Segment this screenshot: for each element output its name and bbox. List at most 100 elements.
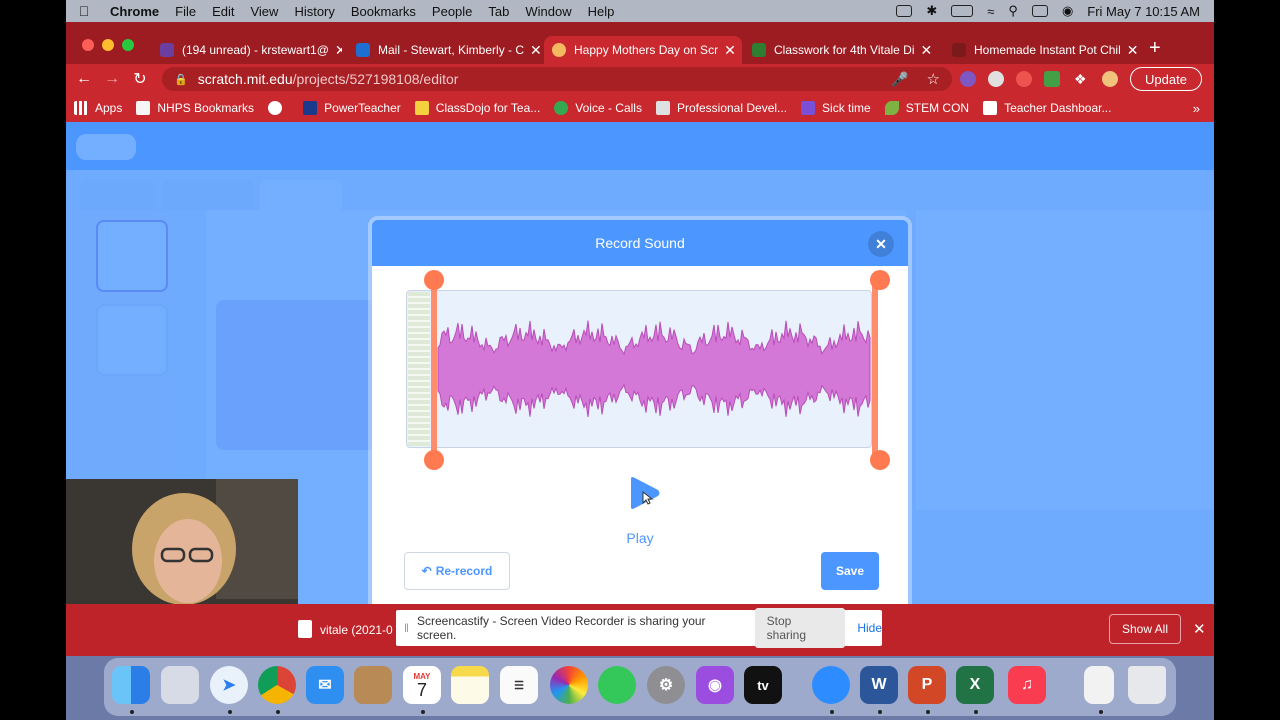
forward-arrow-icon[interactable]: → [98, 70, 126, 88]
word-icon[interactable]: W [860, 666, 898, 704]
trim-handle-right-top[interactable] [870, 270, 890, 290]
window-zoom-icon[interactable] [122, 39, 134, 51]
menu-help[interactable]: Help [580, 4, 623, 19]
menu-edit[interactable]: Edit [204, 4, 242, 19]
spotlight-search-icon[interactable]: ⚲ [1008, 3, 1018, 19]
tab-scratch-project[interactable]: Happy Mothers Day on Scr ✕ [544, 36, 742, 64]
battery-icon[interactable] [951, 5, 974, 17]
tab-gmail[interactable]: (194 unread) - krstewart1@ ✕ [152, 36, 342, 64]
bookmark-globe[interactable] [268, 101, 289, 115]
tab-outlook-mail[interactable]: Mail - Stewart, Kimberly - C ✕ [348, 36, 540, 64]
menu-history[interactable]: History [286, 4, 342, 19]
chrome-icon[interactable] [258, 666, 296, 704]
powerpoint-icon[interactable]: P [908, 666, 946, 704]
bookmark-powerteacher[interactable]: PowerTeacher [303, 101, 401, 115]
save-button[interactable]: Save [821, 552, 879, 590]
sick-time-icon [801, 101, 816, 115]
bluetooth-icon[interactable]: ✱ [926, 3, 937, 19]
re-record-button[interactable]: ↶ Re-record [404, 552, 510, 590]
bookmark-teacher-dashboard[interactable]: Teacher Dashboar... [983, 101, 1111, 115]
menu-view[interactable]: View [242, 4, 286, 19]
back-arrow-icon[interactable]: ← [70, 70, 98, 88]
tab-close-icon[interactable]: ✕ [329, 42, 342, 59]
bookmarks-overflow-icon[interactable]: » [1193, 101, 1200, 116]
music-icon[interactable]: ♫ [1008, 666, 1046, 704]
siri-icon[interactable]: ◉ [1062, 3, 1073, 19]
bookmark-classdojo[interactable]: ClassDojo for Tea... [414, 101, 540, 115]
show-all-button[interactable]: Show All [1109, 614, 1181, 644]
microphone-icon[interactable]: 🎤 [891, 71, 908, 88]
play-label[interactable]: Play [372, 530, 908, 546]
menu-window[interactable]: Window [517, 4, 579, 19]
reload-icon[interactable]: ↻ [126, 69, 154, 89]
trim-handle-right-bar[interactable] [872, 276, 878, 464]
notes-icon[interactable] [451, 666, 489, 704]
screencastify-extension-icon[interactable] [1016, 71, 1032, 87]
trim-handle-left-bar[interactable] [431, 276, 437, 464]
download-filename[interactable]: vitale (2021-0 [320, 623, 393, 637]
bookmark-sick-time[interactable]: Sick time [801, 101, 871, 115]
apple-tv-icon[interactable]: tv [744, 666, 782, 704]
tab-close-icon[interactable]: ✕ [915, 42, 933, 59]
extensions-puzzle-icon[interactable]: ❖ [1074, 71, 1090, 87]
url-host: scratch.mit.edu [197, 71, 293, 87]
new-tab-plus-icon[interactable]: + [1149, 37, 1161, 60]
trim-handle-right-bottom[interactable] [870, 450, 890, 470]
bookmark-professional-development[interactable]: Professional Devel... [655, 101, 787, 115]
scratch-favicon-icon [552, 43, 566, 57]
downloaded-file-icon[interactable] [1084, 666, 1114, 704]
menu-clock[interactable]: Fri May 7 10:15 AM [1087, 4, 1200, 19]
tab-close-icon[interactable]: ✕ [1121, 42, 1139, 59]
window-close-icon[interactable] [82, 39, 94, 51]
launchpad-icon[interactable] [161, 666, 199, 704]
window-minimize-icon[interactable] [102, 39, 114, 51]
extension-green-icon[interactable] [1044, 71, 1060, 87]
close-icon[interactable]: ✕ [868, 231, 894, 257]
bookmark-star-icon[interactable]: ☆ [927, 70, 940, 88]
zoom-icon[interactable] [812, 666, 850, 704]
bookmark-nhps[interactable]: NHPS Bookmarks [136, 101, 254, 115]
extension-record-icon[interactable] [988, 71, 1004, 87]
play-icon[interactable] [627, 476, 661, 510]
address-bar[interactable]: 🔒 scratch.mit.edu/projects/527198108/edi… [162, 67, 952, 91]
menu-people[interactable]: People [424, 4, 480, 19]
menu-bookmarks[interactable]: Bookmarks [343, 4, 424, 19]
menu-file[interactable]: File [167, 4, 204, 19]
tab-instant-pot-chili[interactable]: Homemade Instant Pot Chil ✕ [944, 36, 1140, 64]
tab-google-classroom[interactable]: Classwork for 4th Vitale Di ✕ [744, 36, 940, 64]
recorded-waveform [437, 320, 871, 417]
calendar-icon[interactable]: MAY 7 [403, 666, 441, 704]
system-preferences-icon[interactable]: ⚙ [647, 666, 685, 704]
wifi-icon[interactable]: ≈ [987, 4, 994, 19]
control-center-icon[interactable] [1031, 5, 1048, 17]
finder-icon[interactable] [112, 666, 150, 704]
contacts-icon[interactable] [354, 666, 392, 704]
drag-handle-icon[interactable]: ‖ [404, 621, 409, 635]
messages-icon[interactable] [598, 666, 636, 704]
download-bar-close-icon[interactable]: ✕ [1193, 620, 1206, 638]
podcasts-icon[interactable]: ◉ [696, 666, 734, 704]
stop-sharing-button[interactable]: Stop sharing [754, 608, 846, 648]
bookmark-voice-calls[interactable]: Voice - Calls [554, 101, 642, 115]
trash-icon[interactable] [1128, 666, 1166, 704]
reminders-icon[interactable]: ☰ [500, 666, 538, 704]
chrome-update-button[interactable]: Update [1130, 67, 1202, 91]
mail-icon[interactable]: ✉ [306, 666, 344, 704]
outlook-favicon-icon [356, 43, 370, 57]
bookmark-apps[interactable]: Apps [74, 101, 122, 115]
menu-chrome[interactable]: Chrome [102, 4, 167, 19]
photos-icon[interactable] [550, 666, 588, 704]
extension-flower-icon[interactable] [960, 71, 976, 87]
trim-handle-left-bottom[interactable] [424, 450, 444, 470]
zoom-status-icon[interactable] [896, 5, 913, 17]
bookmark-stem-con[interactable]: STEM CON [884, 101, 969, 115]
tab-close-icon[interactable]: ✕ [524, 42, 540, 59]
profile-avatar-icon[interactable] [1102, 71, 1118, 87]
trim-handle-left-top[interactable] [424, 270, 444, 290]
tab-close-icon[interactable]: ✕ [718, 42, 736, 59]
hide-button[interactable]: Hide [857, 621, 882, 635]
excel-icon[interactable]: X [956, 666, 994, 704]
apple-icon[interactable]:  [66, 3, 102, 19]
safari-icon[interactable]: ➤ [210, 666, 248, 704]
menu-tab[interactable]: Tab [480, 4, 517, 19]
